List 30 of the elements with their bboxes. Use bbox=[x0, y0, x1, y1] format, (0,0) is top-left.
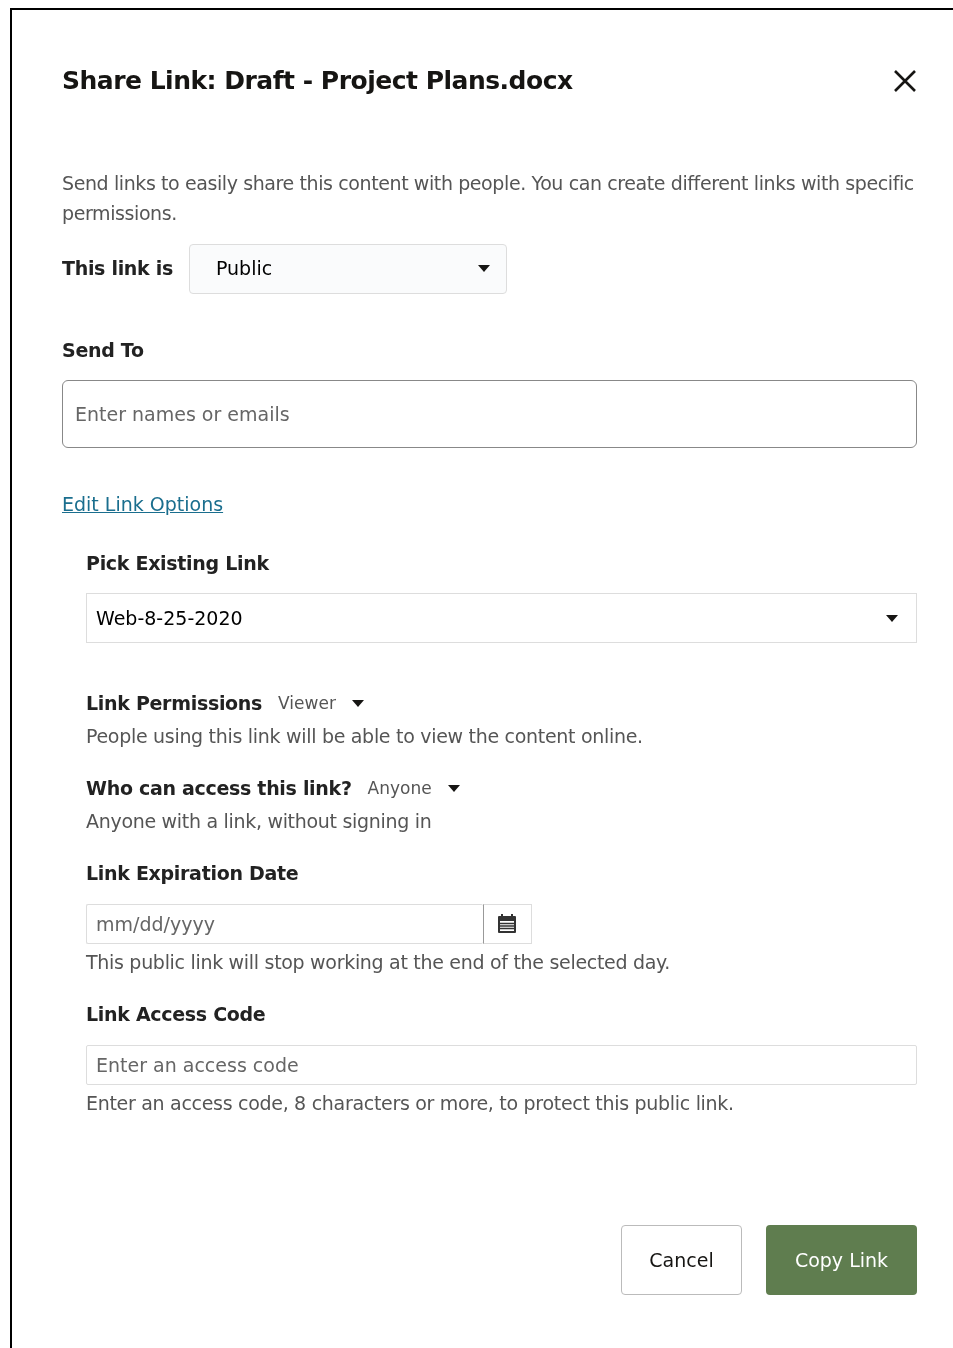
permission-dropdown[interactable]: Anyone bbox=[367, 775, 460, 801]
field-label: Who can access this link? bbox=[86, 776, 352, 801]
caret-icon bbox=[886, 614, 898, 622]
close-button[interactable] bbox=[893, 68, 917, 93]
calendar-icon bbox=[496, 912, 519, 935]
cancel-button[interactable]: Cancel bbox=[621, 1225, 742, 1295]
field-label: Link Expiration Date bbox=[86, 861, 300, 886]
caret-icon bbox=[447, 784, 460, 792]
link-type-select[interactable]: Public bbox=[188, 243, 507, 294]
dialog-title: Share Link: Draft - Project Plans.docx bbox=[62, 65, 573, 97]
access-code-field[interactable]: Enter an access code bbox=[86, 1044, 917, 1085]
description-text: Send links to easily share this content with people. You can create different links with specific permissions. bbox=[62, 170, 915, 226]
field-label: Link Permissions bbox=[86, 691, 263, 716]
calendar-button[interactable] bbox=[482, 903, 532, 944]
send-to-field[interactable]: Enter names or emails bbox=[62, 380, 917, 448]
copy-link-button[interactable]: Copy Link bbox=[766, 1225, 917, 1295]
field-label: Send To bbox=[62, 337, 145, 363]
edit-link-options-link[interactable]: Edit Link Options bbox=[62, 490, 224, 519]
permission-dropdown[interactable]: Viewer bbox=[278, 690, 364, 716]
caret-icon bbox=[351, 699, 364, 707]
field-label: Link Access Code bbox=[86, 1002, 267, 1027]
help-text: This public link will stop working at the end of the selected day. bbox=[86, 949, 672, 975]
help-text: Anyone with a link, without signing in bbox=[86, 808, 433, 834]
caret-icon bbox=[477, 265, 490, 272]
existing-link-select[interactable]: Web-8-25-2020 bbox=[86, 593, 917, 643]
help-text: Enter an access code, 8 characters or more, to protect this public link. bbox=[86, 1090, 735, 1116]
field-label: This link is bbox=[62, 256, 173, 282]
help-text: People using this link will be able to view the content online. bbox=[86, 723, 644, 749]
field-label: Pick Existing Link bbox=[86, 550, 270, 576]
date-field[interactable]: mm/dd/yyyy bbox=[86, 903, 483, 944]
